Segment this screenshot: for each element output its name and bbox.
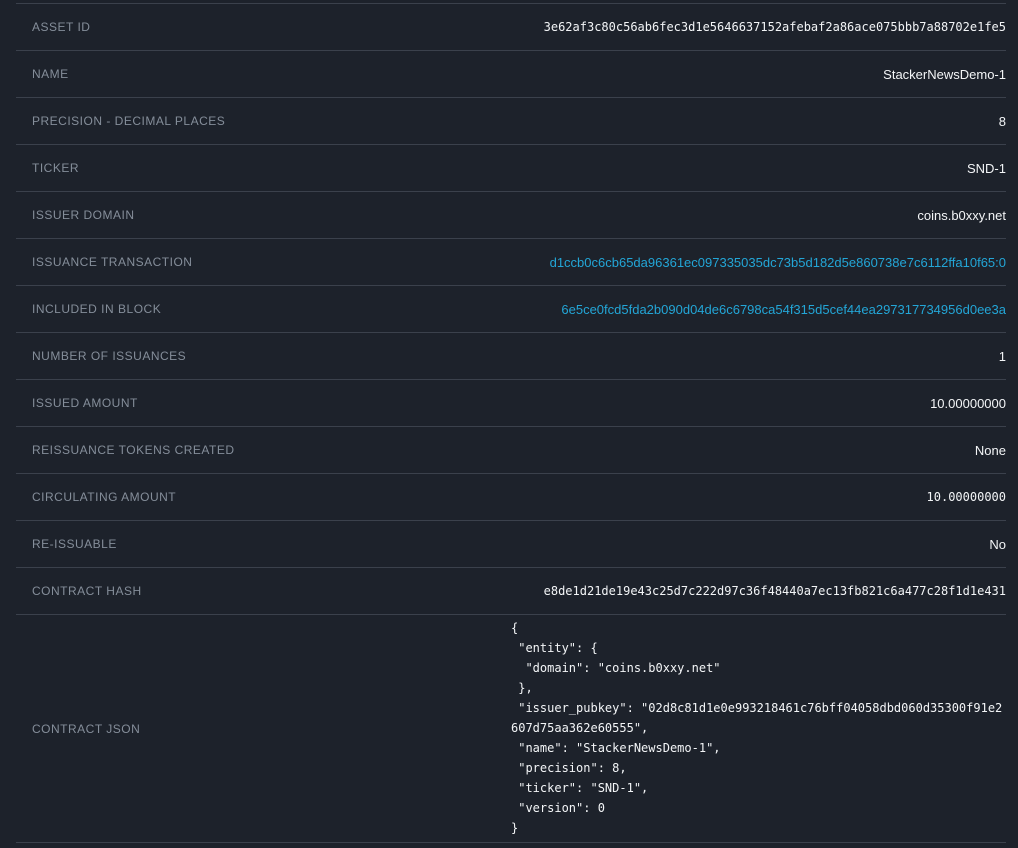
row-issuance-transaction: ISSUANCE TRANSACTION d1ccb0c6cb65da96361… (16, 238, 1006, 285)
name-label: NAME (16, 67, 511, 81)
asset-id-label: ASSET ID (16, 20, 511, 34)
row-included-in-block: INCLUDED IN BLOCK 6e5ce0fcd5fda2b090d04d… (16, 285, 1006, 332)
row-issued-amount: ISSUED AMOUNT 10.00000000 (16, 379, 1006, 426)
row-precision: PRECISION - DECIMAL PLACES 8 (16, 97, 1006, 144)
contract-hash-label: CONTRACT HASH (16, 584, 511, 598)
contract-json-label: CONTRACT JSON (16, 722, 511, 736)
contract-hash-value: e8de1d21de19e43c25d7c222d97c36f48440a7ec… (511, 584, 1006, 598)
reissuable-label: RE-ISSUABLE (16, 537, 511, 551)
included-in-block-label: INCLUDED IN BLOCK (16, 302, 511, 316)
asset-id-value: 3e62af3c80c56ab6fec3d1e5646637152afebaf2… (511, 20, 1006, 34)
row-number-of-issuances: NUMBER OF ISSUANCES 1 (16, 332, 1006, 379)
row-name: NAME StackerNewsDemo-1 (16, 50, 1006, 97)
ticker-value: SND-1 (511, 161, 1006, 176)
issued-amount-label: ISSUED AMOUNT (16, 396, 511, 410)
reissuance-tokens-label: REISSUANCE TOKENS CREATED (16, 443, 511, 457)
name-value: StackerNewsDemo-1 (511, 67, 1006, 82)
issuance-transaction-link[interactable]: d1ccb0c6cb65da96361ec097335035dc73b5d182… (550, 255, 1006, 270)
number-of-issuances-label: NUMBER OF ISSUANCES (16, 349, 511, 363)
row-asset-id: ASSET ID 3e62af3c80c56ab6fec3d1e56466371… (16, 3, 1006, 50)
row-ticker: TICKER SND-1 (16, 144, 1006, 191)
row-circulating-amount: CIRCULATING AMOUNT 10.00000000 (16, 473, 1006, 520)
contract-json-value: { "entity": { "domain": "coins.b0xxy.net… (511, 615, 1006, 842)
precision-value: 8 (511, 114, 1006, 129)
circulating-amount-label: CIRCULATING AMOUNT (16, 490, 511, 504)
contract-json-cell: { "entity": { "domain": "coins.b0xxy.net… (511, 615, 1006, 842)
row-contract-hash: CONTRACT HASH e8de1d21de19e43c25d7c222d9… (16, 567, 1006, 614)
row-issuer-domain: ISSUER DOMAIN coins.b0xxy.net (16, 191, 1006, 238)
issuer-domain-label: ISSUER DOMAIN (16, 208, 511, 222)
circulating-amount-value: 10.00000000 (511, 490, 1006, 504)
included-in-block-value: 6e5ce0fcd5fda2b090d04de6c6798ca54f315d5c… (511, 302, 1006, 317)
issuer-domain-value: coins.b0xxy.net (511, 208, 1006, 223)
issued-amount-value: 10.00000000 (511, 396, 1006, 411)
issuance-transaction-value: d1ccb0c6cb65da96361ec097335035dc73b5d182… (511, 255, 1006, 270)
row-reissuance-tokens: REISSUANCE TOKENS CREATED None (16, 426, 1006, 473)
included-in-block-link[interactable]: 6e5ce0fcd5fda2b090d04de6c6798ca54f315d5c… (561, 302, 1006, 317)
reissuance-tokens-value: None (511, 443, 1006, 458)
number-of-issuances-value: 1 (511, 349, 1006, 364)
asset-details-table: ASSET ID 3e62af3c80c56ab6fec3d1e56466371… (16, 3, 1006, 843)
reissuable-value: No (511, 537, 1006, 552)
issuance-transaction-label: ISSUANCE TRANSACTION (16, 255, 511, 269)
row-contract-json: CONTRACT JSON { "entity": { "domain": "c… (16, 614, 1006, 842)
ticker-label: TICKER (16, 161, 511, 175)
precision-label: PRECISION - DECIMAL PLACES (16, 114, 511, 128)
row-reissuable: RE-ISSUABLE No (16, 520, 1006, 567)
